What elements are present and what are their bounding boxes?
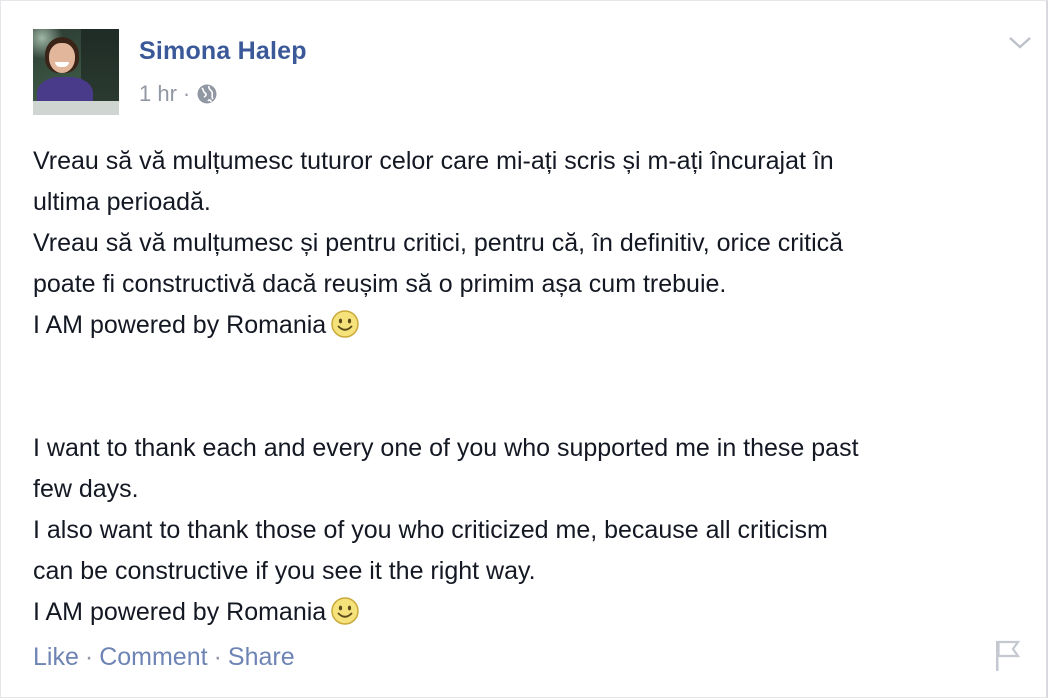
post-line: poate fi constructivă dacă reușim să o p… <box>33 270 727 298</box>
post-line-text: I AM powered by Romania <box>33 598 327 626</box>
smiley-emoji-icon <box>331 597 359 625</box>
post-line-text: I AM powered by Romania <box>33 311 327 339</box>
post-line: can be constructive if you see it the ri… <box>33 557 536 585</box>
post-line: I AM powered by Romania <box>33 592 1043 633</box>
smiley-emoji-icon <box>331 310 359 338</box>
post-actions: Like · Comment · Share <box>33 643 295 672</box>
like-link[interactable]: Like <box>33 643 79 672</box>
post-timestamp[interactable]: 1 hr <box>139 81 177 107</box>
author-avatar[interactable] <box>33 29 119 115</box>
post-line: I also want to thank those of you who cr… <box>33 516 828 544</box>
author-name[interactable]: Simona Halep <box>139 37 307 66</box>
post-line: Vreau să vă mulțumesc tuturor celor care… <box>33 147 834 175</box>
meta-separator: · <box>182 81 191 106</box>
action-separator: · <box>84 643 94 671</box>
post-line: few days. <box>33 475 139 503</box>
post-line: I want to thank each and every one of yo… <box>33 434 859 462</box>
post-body: Vreau să vă mulțumesc tuturor celor care… <box>33 141 1043 633</box>
post-line: I AM powered by Romania <box>33 305 1043 346</box>
globe-icon[interactable] <box>196 83 218 105</box>
post-meta: 1 hr · <box>139 81 218 107</box>
facebook-post: Simona Halep 1 hr · Vreau să vă mulțumes… <box>0 0 1048 698</box>
post-line: ultima perioadă. <box>33 188 211 216</box>
chevron-down-icon[interactable] <box>1006 33 1034 53</box>
comment-link[interactable]: Comment <box>99 643 207 672</box>
flag-icon[interactable] <box>991 637 1023 673</box>
share-link[interactable]: Share <box>228 643 295 672</box>
action-separator: · <box>213 643 222 671</box>
post-line: Vreau să vă mulțumesc și pentru critici,… <box>33 229 844 257</box>
